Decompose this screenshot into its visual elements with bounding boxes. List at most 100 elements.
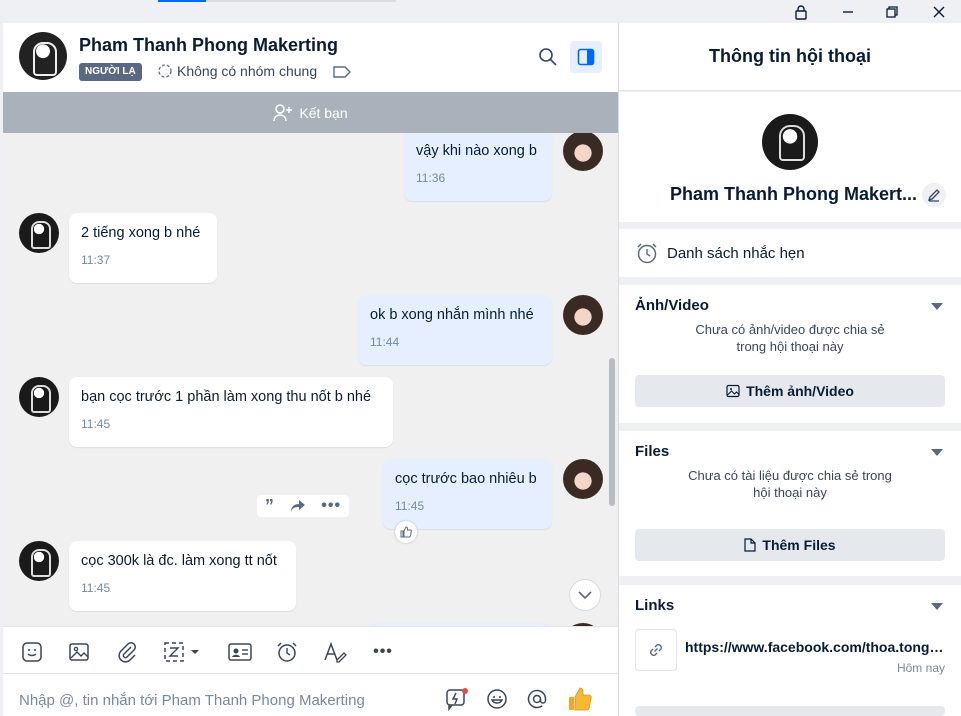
alarm-clock-icon[interactable] <box>274 639 300 665</box>
quote-icon[interactable]: ” <box>265 496 274 517</box>
my-avatar[interactable] <box>563 295 603 335</box>
minimize-icon[interactable] <box>836 2 860 22</box>
close-icon[interactable] <box>927 2 951 22</box>
caret-down-icon[interactable] <box>931 603 943 610</box>
message-text: 2 tiếng xong b nhé <box>81 225 201 241</box>
search-icon[interactable] <box>538 47 558 72</box>
lock-icon[interactable] <box>789 2 813 22</box>
file-icon <box>744 538 757 552</box>
message-composer: Nhập @, tin nhắn tới Pham Thanh Phong Ma… <box>3 674 618 716</box>
caret-down-icon[interactable] <box>931 449 943 456</box>
add-files-label: Thêm Files <box>762 537 836 553</box>
screenshot-icon[interactable] <box>161 639 205 665</box>
add-media-button[interactable]: Thêm ảnh/Video <box>635 375 945 407</box>
edit-nickname-button[interactable] <box>922 183 946 207</box>
message-text: ok b xong nhắn mình nhé <box>370 307 534 323</box>
common-groups-label: Không có nhóm chung <box>177 63 318 79</box>
like-reaction-icon[interactable] <box>395 521 417 543</box>
add-friend-button[interactable]: Kết bạn <box>3 92 618 133</box>
profile-name: Pham Thanh Phong Makert... <box>670 184 918 204</box>
files-section: Files Chưa có tài liệu được chia sẻ tron… <box>619 431 961 576</box>
caret-down-icon[interactable] <box>931 303 943 310</box>
tag-icon[interactable] <box>333 65 351 84</box>
message-input[interactable]: Nhập @, tin nhắn tới Pham Thanh Phong Ma… <box>19 692 365 709</box>
toggle-info-panel-button[interactable] <box>570 41 602 73</box>
scroll-to-bottom-button[interactable] <box>569 579 601 611</box>
files-section-title[interactable]: Files <box>635 443 669 460</box>
chat-pane: Pham Thanh Phong Makerting NGƯỜI LẠ Khôn… <box>3 23 618 716</box>
media-empty-line: trong hội thoại này <box>736 339 844 354</box>
link-url[interactable]: https://www.facebook.com/thoa.tongc... <box>685 639 945 655</box>
contact-avatar[interactable] <box>19 32 67 80</box>
tab-strip <box>206 0 396 2</box>
business-card-icon[interactable] <box>227 639 253 665</box>
files-empty-line: hội thoại này <box>753 485 827 500</box>
chat-header: Pham Thanh Phong Makerting NGƯỜI LẠ Khôn… <box>3 23 618 92</box>
contact-avatar-small[interactable] <box>19 541 59 581</box>
message-actions: ” ••• <box>257 495 349 517</box>
add-friend-label: Kết bạn <box>299 104 348 121</box>
message-bubble[interactable]: ok b xong nhắn mình nhé 11:44 <box>358 295 552 365</box>
quick-message-icon[interactable] <box>444 686 470 712</box>
link-icon <box>635 629 677 671</box>
link-time: Hôm nay <box>896 661 945 675</box>
message-time: 11:45 <box>81 417 111 431</box>
info-panel-title: Thông tin hội thoại <box>619 23 961 91</box>
message-time: 11:45 <box>395 499 425 513</box>
sidebar-panel-icon <box>577 48 595 66</box>
emoji-icon[interactable] <box>484 686 510 712</box>
conversation-info-panel: Thông tin hội thoại Pham Thanh Phong Mak… <box>619 23 961 716</box>
stranger-badge: NGƯỜI LẠ <box>79 63 142 81</box>
contact-avatar-small[interactable] <box>19 213 59 253</box>
profile-avatar[interactable] <box>762 114 818 170</box>
add-files-button[interactable]: Thêm Files <box>635 529 945 561</box>
more-icon[interactable]: ••• <box>321 497 341 515</box>
message-time: 11:37 <box>81 253 111 267</box>
chevron-down-icon <box>578 591 592 600</box>
my-avatar[interactable] <box>563 459 603 499</box>
sticker-icon[interactable] <box>19 639 45 665</box>
media-empty-text: Chưa có ảnh/video được chia sẻ trong hội… <box>679 321 901 355</box>
mention-icon[interactable] <box>524 686 550 712</box>
message-bubble[interactable]: 2 tiếng xong b nhé 11:37 <box>69 213 217 283</box>
group-icon <box>158 64 172 78</box>
message-bubble[interactable]: cọc trước bao nhiêu b 11:45 <box>383 459 552 529</box>
pencil-icon <box>927 189 940 202</box>
message-time: 11:44 <box>370 335 400 349</box>
media-section-title[interactable]: Ảnh/Video <box>635 297 709 314</box>
contact-avatar-small[interactable] <box>19 377 59 417</box>
active-tab-indicator <box>158 0 206 2</box>
more-options-icon[interactable]: ••• <box>370 639 396 665</box>
message-time: 11:45 <box>81 581 111 595</box>
message-text: cọc trước bao nhiêu b <box>395 471 537 487</box>
reminder-list-row[interactable]: Danh sách nhắc hẹn <box>619 229 961 277</box>
link-item[interactable]: https://www.facebook.com/thoa.tongc... H… <box>635 629 945 675</box>
window-titlebar <box>0 0 961 23</box>
scrollbar[interactable] <box>609 358 615 506</box>
media-empty-line: Chưa có ảnh/video được chia sẻ <box>695 322 885 337</box>
links-section-title[interactable]: Links <box>635 597 674 614</box>
message-bubble[interactable]: vậy khi nào xong b 11:36 <box>404 133 552 201</box>
reminder-list-label: Danh sách nhắc hẹn <box>667 245 805 262</box>
message-text: vậy khi nào xong b <box>416 143 537 159</box>
message-text: bạn cọc trước 1 phần làm xong thu nốt b … <box>81 389 372 405</box>
forward-icon[interactable] <box>290 499 306 513</box>
text-format-icon[interactable] <box>322 639 348 665</box>
message-bubble[interactable]: cọc 300k là đc. làm xong tt nốt 11:45 <box>69 541 296 611</box>
contact-name[interactable]: Pham Thanh Phong Makerting <box>79 35 338 56</box>
add-media-label: Thêm ảnh/Video <box>746 383 854 399</box>
my-avatar[interactable] <box>563 133 603 171</box>
files-empty-line: Chưa có tài liệu được chia sẻ trong <box>688 468 892 483</box>
attachment-icon[interactable] <box>114 639 140 665</box>
add-user-icon <box>273 103 293 121</box>
common-groups[interactable]: Không có nhóm chung <box>157 63 317 79</box>
like-send-icon[interactable] <box>567 686 593 712</box>
message-text: cọc 300k là đc. làm xong tt nốt <box>81 553 277 569</box>
message-list[interactable]: vậy khi nào xong b 11:36 2 tiếng xong b … <box>3 133 618 626</box>
links-section: Links https://www.facebook.com/thoa.tong… <box>619 585 961 716</box>
image-icon[interactable] <box>66 639 92 665</box>
message-bubble[interactable]: bạn cọc trước 1 phần làm xong thu nốt b … <box>69 377 393 447</box>
restore-icon[interactable] <box>880 2 904 22</box>
view-all-links-button-partial[interactable] <box>635 706 945 716</box>
message-time: 11:36 <box>416 171 446 185</box>
